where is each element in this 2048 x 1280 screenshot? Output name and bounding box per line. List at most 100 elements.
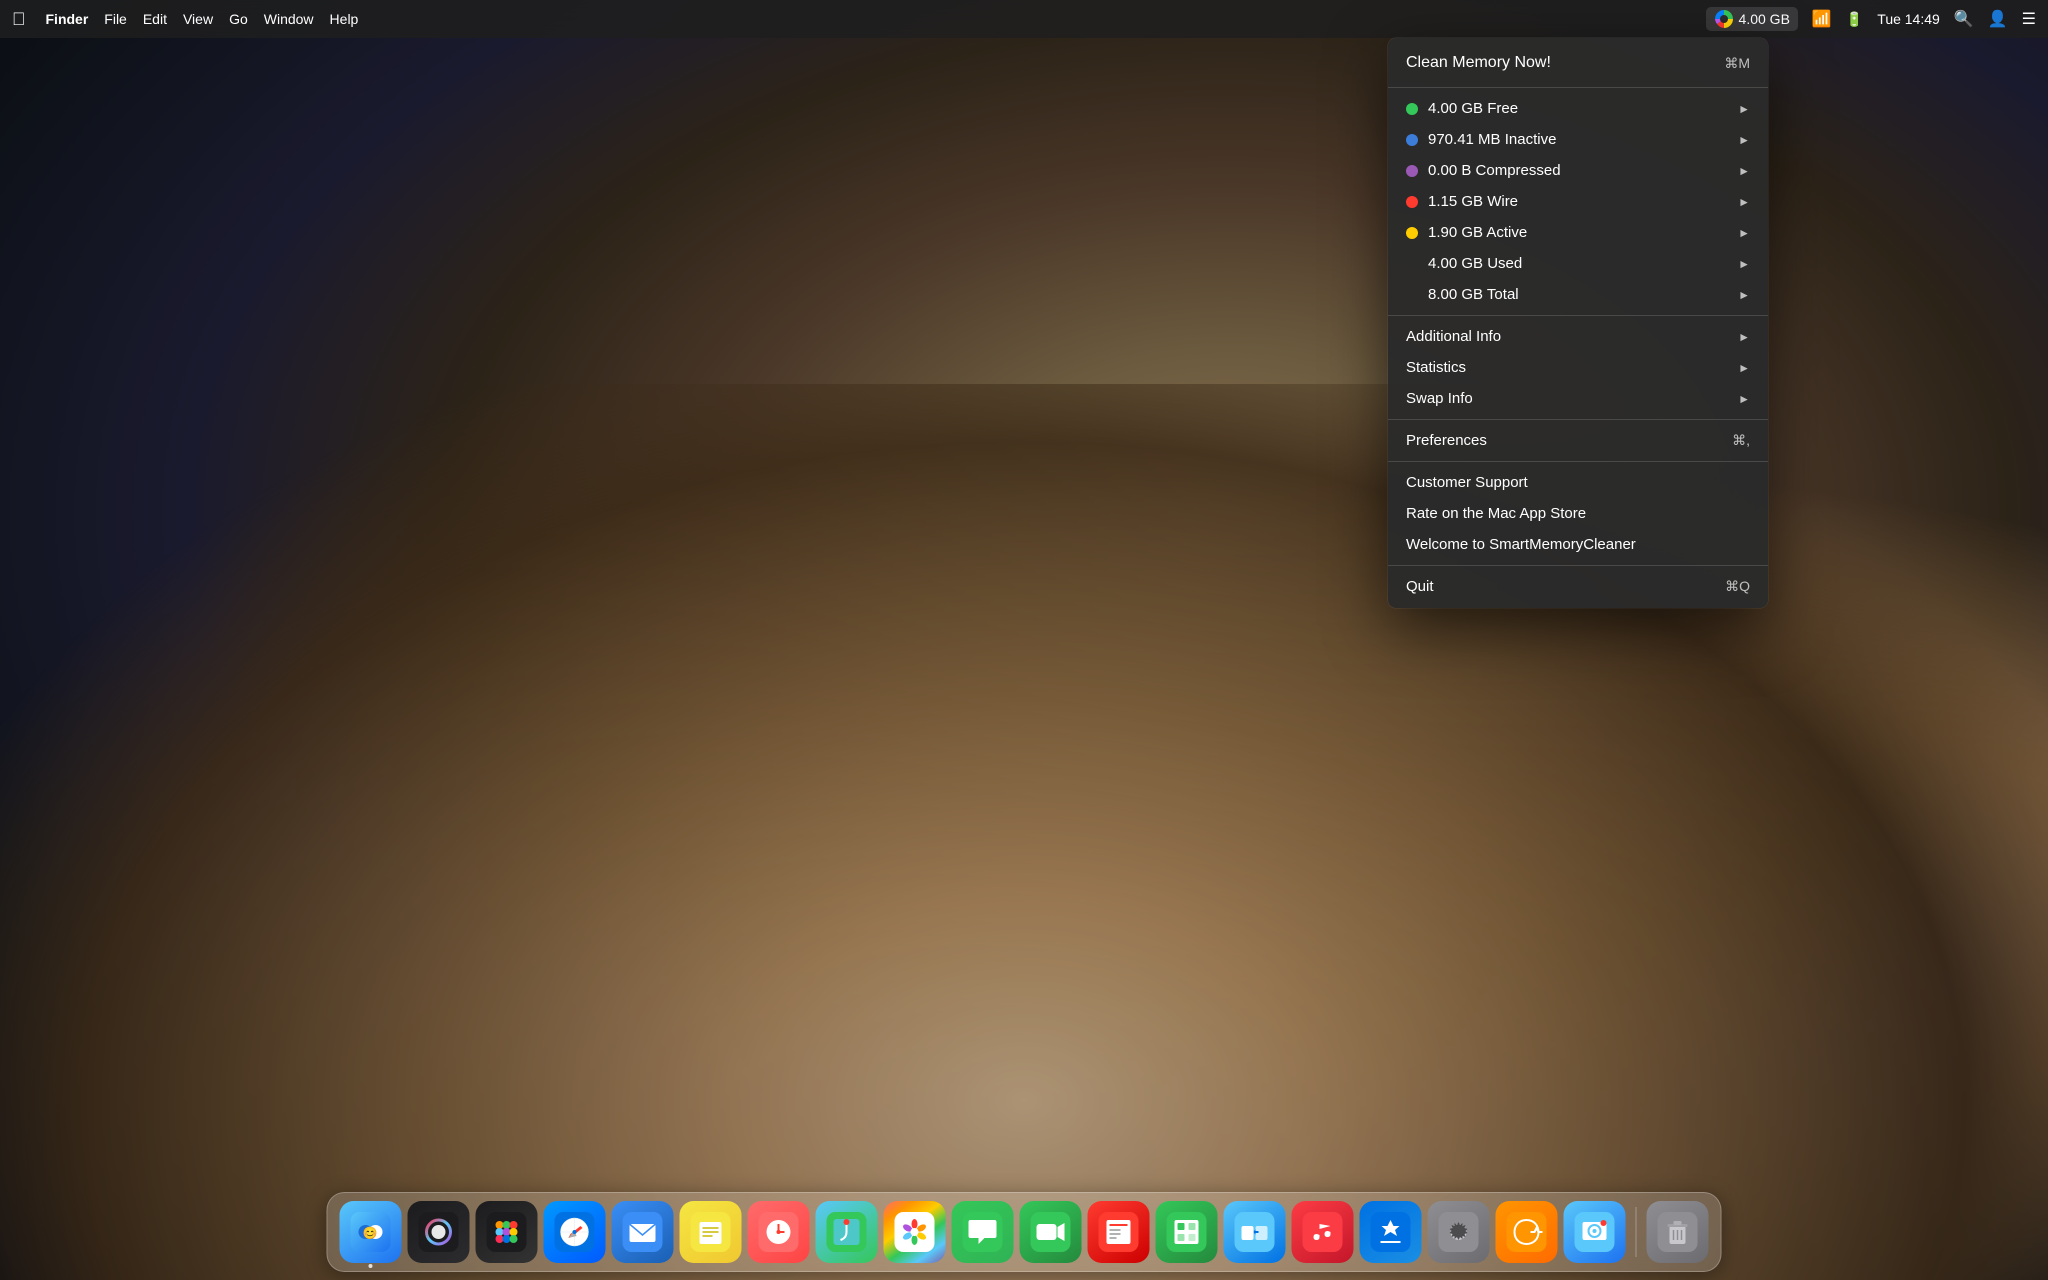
menubar-file[interactable]: File bbox=[104, 11, 127, 27]
dock-finder[interactable]: 😊 bbox=[340, 1201, 402, 1263]
total-label: 8.00 GB Total bbox=[1428, 286, 1738, 303]
rate-appstore-label: Rate on the Mac App Store bbox=[1406, 505, 1750, 522]
memory-pie-icon bbox=[1714, 9, 1734, 29]
separator-5 bbox=[1388, 565, 1768, 566]
apple-logo-icon[interactable]:  bbox=[12, 9, 26, 30]
statistics-label: Statistics bbox=[1406, 359, 1738, 376]
statistics-arrow-icon: ► bbox=[1738, 361, 1750, 375]
active-label: 1.90 GB Active bbox=[1428, 224, 1738, 241]
memory-used-item[interactable]: 4.00 GB Used ► bbox=[1388, 248, 1768, 279]
memory-free-item[interactable]: 4.00 GB Free ► bbox=[1388, 93, 1768, 124]
dock-maps[interactable] bbox=[816, 1201, 878, 1263]
clean-memory-label: Clean Memory Now! bbox=[1406, 54, 1724, 72]
dock-screenshot[interactable] bbox=[1564, 1201, 1626, 1263]
memory-amount: 4.00 GB bbox=[1739, 11, 1790, 27]
inactive-arrow-icon: ► bbox=[1738, 133, 1750, 147]
quit-shortcut: ⌘Q bbox=[1725, 578, 1750, 595]
additional-info-item[interactable]: Additional Info ► bbox=[1388, 321, 1768, 352]
user-icon[interactable]: 👤 bbox=[1988, 9, 2008, 29]
free-arrow-icon: ► bbox=[1738, 102, 1750, 116]
memory-total-item[interactable]: 8.00 GB Total ► bbox=[1388, 279, 1768, 310]
customer-support-item[interactable]: Customer Support bbox=[1388, 467, 1768, 498]
swap-info-label: Swap Info bbox=[1406, 390, 1738, 407]
dock-music[interactable] bbox=[1292, 1201, 1354, 1263]
desktop:  Finder File Edit View Go Window Help bbox=[0, 0, 2048, 1280]
dock: 😊 bbox=[327, 1192, 1722, 1272]
dock-numbers[interactable] bbox=[1156, 1201, 1218, 1263]
memory-inactive-item[interactable]: 970.41 MB Inactive ► bbox=[1388, 124, 1768, 155]
dock-trash[interactable] bbox=[1647, 1201, 1709, 1263]
active-arrow-icon: ► bbox=[1738, 226, 1750, 240]
inactive-label: 970.41 MB Inactive bbox=[1428, 131, 1738, 148]
memory-compressed-item[interactable]: 0.00 B Compressed ► bbox=[1388, 155, 1768, 186]
swap-info-item[interactable]: Swap Info ► bbox=[1388, 383, 1768, 414]
welcome-label: Welcome to SmartMemoryCleaner bbox=[1406, 536, 1750, 553]
dock-messages[interactable] bbox=[952, 1201, 1014, 1263]
spotlight-search-icon[interactable]: 🔍 bbox=[1954, 9, 1974, 29]
rate-appstore-item[interactable]: Rate on the Mac App Store bbox=[1388, 498, 1768, 529]
dock-reminders[interactable] bbox=[748, 1201, 810, 1263]
additional-info-arrow-icon: ► bbox=[1738, 330, 1750, 344]
swap-info-arrow-icon: ► bbox=[1738, 392, 1750, 406]
dock-launchpad[interactable] bbox=[476, 1201, 538, 1263]
wifi-icon[interactable]: 📶 bbox=[1812, 9, 1832, 29]
menubar-left:  Finder File Edit View Go Window Help bbox=[12, 9, 358, 30]
dock-appstore[interactable] bbox=[1360, 1201, 1422, 1263]
separator-3 bbox=[1388, 419, 1768, 420]
compressed-label: 0.00 B Compressed bbox=[1428, 162, 1738, 179]
clean-memory-button[interactable]: Clean Memory Now! ⌘M bbox=[1388, 44, 1768, 82]
welcome-item[interactable]: Welcome to SmartMemoryCleaner bbox=[1388, 529, 1768, 560]
total-arrow-icon: ► bbox=[1738, 288, 1750, 302]
dock-photos[interactable] bbox=[884, 1201, 946, 1263]
preferences-item[interactable]: Preferences ⌘, bbox=[1388, 425, 1768, 456]
menubar-right: 4.00 GB 📶 🔋 Tue 14:49 🔍 👤 ☰ bbox=[1706, 7, 2036, 31]
dock-notes[interactable] bbox=[680, 1201, 742, 1263]
battery-icon: 🔋 bbox=[1846, 11, 1863, 28]
quit-item[interactable]: Quit ⌘Q bbox=[1388, 571, 1768, 602]
menubar-edit[interactable]: Edit bbox=[143, 11, 167, 27]
compressed-dot-icon bbox=[1406, 165, 1418, 177]
compressed-arrow-icon: ► bbox=[1738, 164, 1750, 178]
memory-wired-item[interactable]: 1.15 GB Wire ► bbox=[1388, 186, 1768, 217]
menubar:  Finder File Edit View Go Window Help bbox=[0, 0, 2048, 38]
menubar-help[interactable]: Help bbox=[330, 11, 359, 27]
dock-siri[interactable] bbox=[408, 1201, 470, 1263]
wired-arrow-icon: ► bbox=[1738, 195, 1750, 209]
dock-news[interactable] bbox=[1088, 1201, 1150, 1263]
menubar-window[interactable]: Window bbox=[264, 11, 314, 27]
additional-info-label: Additional Info bbox=[1406, 328, 1738, 345]
inactive-dot-icon bbox=[1406, 134, 1418, 146]
menubar-time: Tue 14:49 bbox=[1877, 11, 1940, 27]
menubar-go[interactable]: Go bbox=[229, 11, 248, 27]
dock-separator bbox=[1636, 1207, 1637, 1257]
clean-memory-shortcut: ⌘M bbox=[1724, 55, 1750, 72]
free-label: 4.00 GB Free bbox=[1428, 100, 1738, 117]
quit-label: Quit bbox=[1406, 578, 1725, 595]
active-dot-icon bbox=[1406, 227, 1418, 239]
memory-dropdown-menu: Clean Memory Now! ⌘M 4.00 GB Free ► 970.… bbox=[1388, 38, 1768, 608]
dock-facetime[interactable] bbox=[1020, 1201, 1082, 1263]
separator-4 bbox=[1388, 461, 1768, 462]
menubar-finder[interactable]: Finder bbox=[46, 11, 89, 27]
preferences-shortcut: ⌘, bbox=[1732, 432, 1750, 449]
dock-lasso[interactable] bbox=[1496, 1201, 1558, 1263]
preferences-label: Preferences bbox=[1406, 432, 1732, 449]
statistics-item[interactable]: Statistics ► bbox=[1388, 352, 1768, 383]
dock-system-prefs[interactable] bbox=[1428, 1201, 1490, 1263]
separator-2 bbox=[1388, 315, 1768, 316]
customer-support-label: Customer Support bbox=[1406, 474, 1750, 491]
dock-safari[interactable] bbox=[544, 1201, 606, 1263]
used-arrow-icon: ► bbox=[1738, 257, 1750, 271]
finder-dot bbox=[369, 1264, 373, 1268]
menubar-view[interactable]: View bbox=[183, 11, 213, 27]
control-center-icon[interactable]: ☰ bbox=[2022, 9, 2036, 29]
memory-cleaner-indicator[interactable]: 4.00 GB bbox=[1706, 7, 1798, 31]
dock-mail[interactable] bbox=[612, 1201, 674, 1263]
dock-migration[interactable] bbox=[1224, 1201, 1286, 1263]
memory-active-item[interactable]: 1.90 GB Active ► bbox=[1388, 217, 1768, 248]
wired-label: 1.15 GB Wire bbox=[1428, 193, 1738, 210]
svg-text:😊: 😊 bbox=[363, 1226, 378, 1240]
wired-dot-icon bbox=[1406, 196, 1418, 208]
separator-1 bbox=[1388, 87, 1768, 88]
used-label: 4.00 GB Used bbox=[1428, 255, 1738, 272]
